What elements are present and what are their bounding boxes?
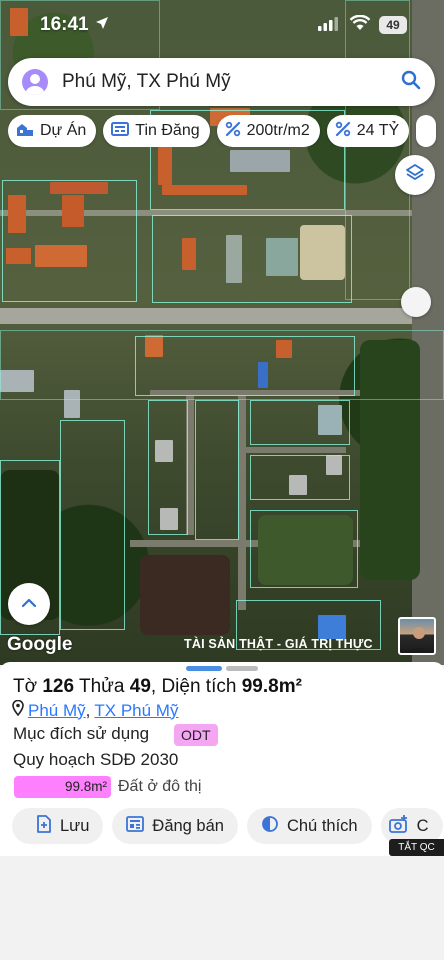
- chip-more[interactable]: [416, 115, 437, 147]
- purpose-badge: ODT: [174, 724, 218, 746]
- layers-button[interactable]: [395, 155, 435, 195]
- map-handle[interactable]: [401, 287, 431, 317]
- chip-total-price[interactable]: 24 TỶ: [326, 115, 410, 147]
- parcel-outline: [148, 400, 188, 535]
- parcel-outline: [195, 400, 239, 540]
- watermark-text: TÀI SẢN THẬT - GIÁ TRỊ THỰC: [184, 637, 373, 651]
- camera-icon: [388, 814, 409, 838]
- internal-road-2: [238, 390, 246, 610]
- chip-label: Tin Đăng: [135, 122, 200, 139]
- parcel-outline: [250, 400, 350, 445]
- search-bar[interactable]: Phú Mỹ, TX Phú Mỹ: [8, 58, 435, 106]
- percent-icon: [335, 121, 351, 142]
- profile-thumbnail[interactable]: [398, 617, 436, 655]
- expand-button[interactable]: [8, 583, 50, 625]
- sheet-handle[interactable]: [226, 666, 258, 671]
- legend-button[interactable]: Chú thích: [246, 808, 372, 844]
- hide-ads-button[interactable]: TẮT QC: [389, 839, 444, 856]
- location-arrow-icon: [95, 16, 109, 35]
- sheet-handle-active[interactable]: [186, 666, 222, 671]
- list-icon: [126, 815, 145, 837]
- legend-area-bar: 99.8m²: [14, 776, 111, 798]
- chip-label: 24 TỶ: [356, 122, 400, 139]
- town-link[interactable]: TX Phú Mỹ: [94, 701, 178, 721]
- google-logo: Google: [7, 634, 73, 655]
- battery-indicator: 49: [379, 16, 407, 34]
- save-button[interactable]: Lưu: [12, 808, 104, 844]
- internal-road-4: [246, 447, 346, 453]
- plan-label: Quy hoạch SDĐ 2030: [13, 750, 179, 769]
- ward-link[interactable]: Phú Mỹ: [28, 701, 86, 721]
- percent-icon: [225, 121, 241, 142]
- status-time: 16:41: [40, 14, 89, 35]
- parcel-title: Tờ 126 Thửa 49, Diện tích 99.8m²: [13, 676, 302, 697]
- main-road: [0, 308, 444, 324]
- filter-chips: Dự Án Tin Đăng 200tr/m2 24 TỶ: [8, 115, 444, 147]
- half-circle-icon: [261, 815, 279, 838]
- wifi-icon: [349, 14, 371, 36]
- add-doc-icon: [36, 814, 52, 838]
- legend-land-type: Đất ở đô thị: [118, 778, 202, 795]
- parcel-info-sheet: Tờ 126 Thửa 49, Diện tích 99.8m² Phú Mỹ …: [0, 662, 444, 856]
- search-icon[interactable]: [401, 70, 421, 95]
- location-pin-icon: [12, 699, 24, 721]
- chip-du-an[interactable]: Dự Án: [8, 115, 97, 147]
- chip-label: Dự Án: [40, 122, 87, 139]
- layers-icon: [405, 163, 425, 188]
- purpose-label: Mục đích sử dụng: [13, 724, 150, 743]
- action-buttons: Lưu Đăng bán Chú thích C: [12, 808, 444, 844]
- tree-cluster: [140, 555, 230, 635]
- parcel-outline: [250, 455, 350, 500]
- parcel-outline: [135, 336, 355, 396]
- parcel-outline: [152, 215, 352, 303]
- cellular-signal-icon: [318, 17, 338, 36]
- post-listing-button[interactable]: Đăng bán: [112, 808, 238, 844]
- chip-label: 200tr/m2: [246, 122, 310, 139]
- chevron-up-icon: [21, 595, 37, 613]
- newspaper-icon: [111, 121, 130, 142]
- building-icon: [16, 121, 34, 142]
- chip-price-per-m2[interactable]: 200tr/m2: [216, 115, 320, 147]
- satellite-map[interactable]: 16:41 49 Phú Mỹ, TX Phú Mỹ Dự Án Tin Đăn…: [0, 0, 444, 665]
- avatar[interactable]: [22, 69, 48, 95]
- parcel-outline: [2, 180, 137, 302]
- parcel-address: Phú Mỹ , TX Phú Mỹ: [12, 699, 178, 721]
- search-input[interactable]: Phú Mỹ, TX Phú Mỹ: [62, 71, 401, 93]
- parcel-outline: [60, 420, 125, 630]
- parcel-outline: [250, 510, 358, 588]
- status-bar: 16:41 49: [0, 0, 444, 52]
- chip-tin-dang[interactable]: Tin Đăng: [103, 115, 210, 147]
